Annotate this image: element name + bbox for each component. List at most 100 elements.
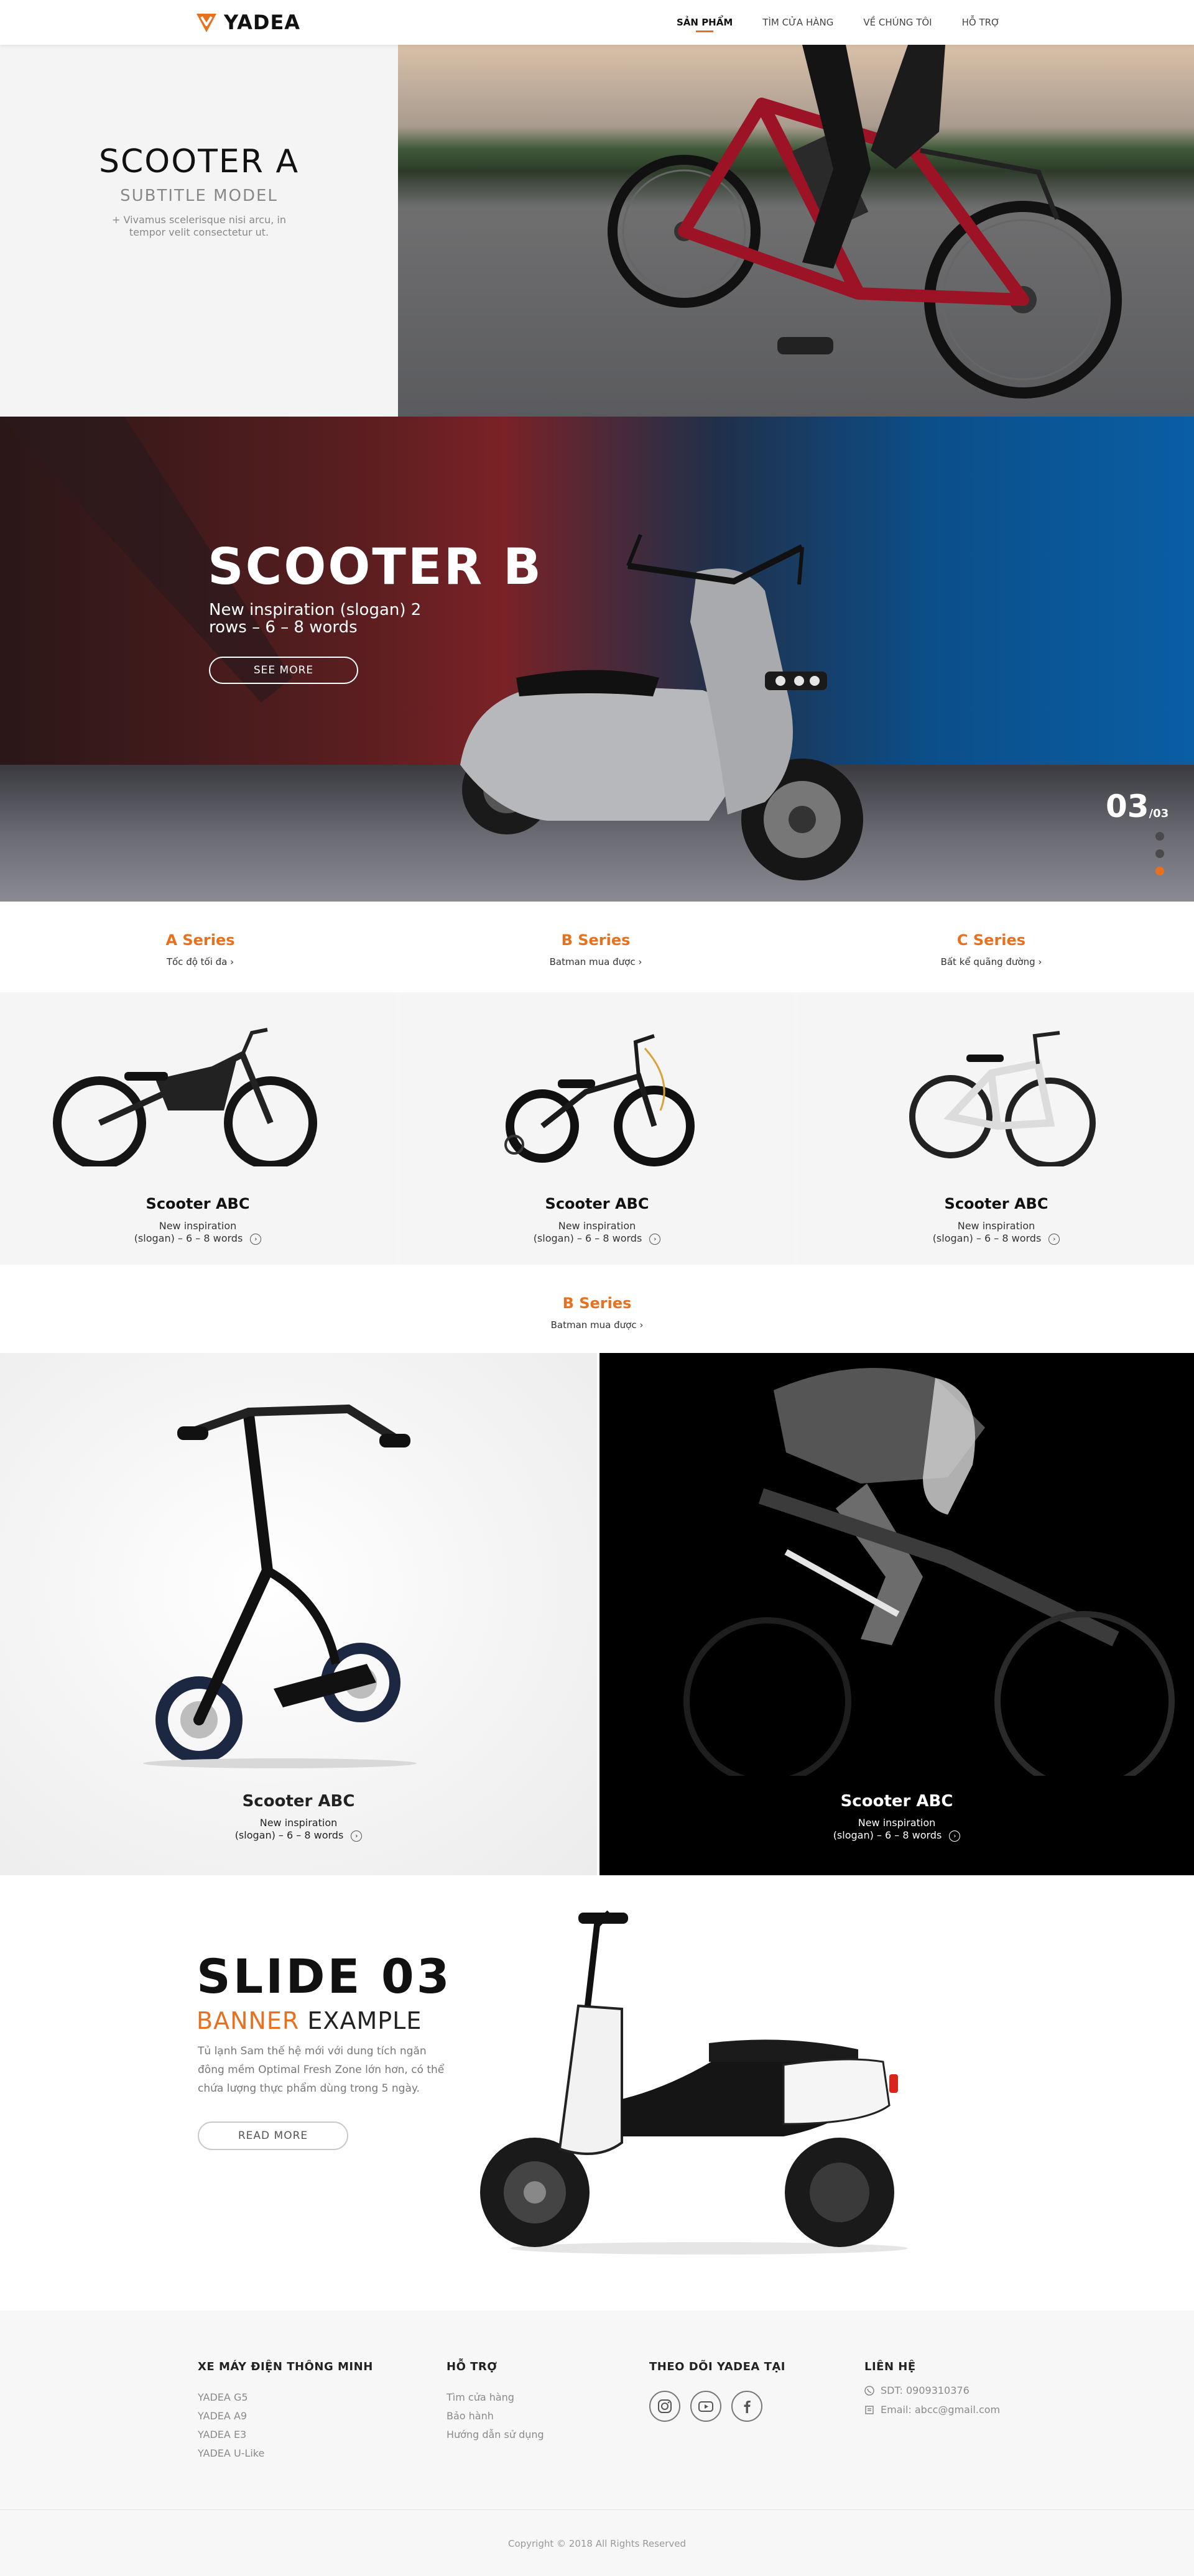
chevron-right-icon: ›	[230, 956, 234, 967]
hero-b-title: SCOOTER B	[208, 538, 543, 596]
hero-a-bicycle-photo	[398, 45, 1194, 417]
hero-scooter-a: SCOOTER A SUBTITLE MODEL + Vivamus scele…	[0, 45, 1194, 417]
series-link[interactable]: Bất kể quãng đường ›	[867, 956, 1116, 967]
footer-link[interactable]: Hướng dẫn sử dụng	[447, 2429, 544, 2440]
series-a-header: A Series Tốc độ tối đa ›	[76, 931, 325, 967]
hero-a-title: SCOOTER A	[98, 143, 300, 180]
card-slogan: New inspiration (slogan) – 6 – 8 words ›	[599, 1817, 1194, 1842]
footer-link[interactable]: YADEA A9	[198, 2411, 373, 2422]
site-header: YADEA SẢN PHẨM TÌM CỬA HÀNG VỀ CHÚNG TÔI…	[0, 0, 1194, 45]
nav-item-find-store[interactable]: TÌM CỬA HÀNG	[762, 0, 833, 45]
footer-heading: XE MÁY ĐIỆN THÔNG MINH	[198, 2360, 373, 2373]
dirt-bike-image	[53, 1028, 317, 1166]
slide-counter-current: 03	[1106, 788, 1149, 824]
card-slogan: New inspiration (slogan) – 6 – 8 words ›	[0, 1817, 597, 1842]
series-title: B Series	[561, 931, 631, 949]
arrow-right-circle-icon[interactable]: ›	[250, 1233, 262, 1245]
chevron-right-icon: ›	[638, 956, 642, 967]
arrow-right-circle-icon[interactable]: ›	[1048, 1233, 1060, 1245]
phone-icon	[864, 2385, 874, 2396]
footer-heading: LIÊN HỆ	[864, 2360, 916, 2373]
footer-link[interactable]: YADEA U-Like	[198, 2448, 373, 2459]
product-card[interactable]: Scooter ABC New inspiration (slogan) – 6 …	[798, 992, 1194, 1265]
arrow-right-circle-icon[interactable]: ›	[649, 1233, 661, 1245]
brand-name: YADEA	[224, 11, 301, 34]
bicycle-illustration	[608, 45, 1122, 399]
instagram-icon[interactable]	[649, 2391, 680, 2422]
series-b-header: B Series Batman mua được ›	[471, 931, 720, 967]
see-more-button[interactable]: SEE MORE	[209, 657, 358, 684]
arrow-right-circle-icon[interactable]: ›	[949, 1830, 961, 1842]
hero-a-text-panel: SCOOTER A SUBTITLE MODEL + Vivamus scele…	[0, 45, 398, 417]
site-footer: XE MÁY ĐIỆN THÔNG MINH YADEA G5 YADEA A9…	[0, 2311, 1194, 2576]
card-name: Scooter ABC	[545, 1195, 649, 1212]
arrow-right-circle-icon[interactable]: ›	[351, 1830, 363, 1842]
series-link[interactable]: Tốc độ tối đa ›	[76, 956, 325, 967]
hero-a-description: + Vivamus scelerisque nisi arcu, in temp…	[112, 214, 286, 238]
series-c-header: C Series Bất kể quãng đường ›	[867, 931, 1116, 967]
hero-b-slogan: New inspiration (slogan) 2 rows – 6 – 8 …	[209, 601, 422, 637]
footer-col-social: THEO DÕI YADEA TẠI	[649, 2360, 785, 2422]
brand-logo[interactable]: YADEA	[194, 9, 300, 36]
email-icon	[865, 2405, 874, 2414]
banner-subtitle: BANNER EXAMPLE	[197, 2007, 422, 2034]
banner-description: Tủ lạnh Sam thế hệ mới với dung tích ngă…	[198, 2045, 445, 2095]
footer-link[interactable]: Bảo hành	[447, 2411, 544, 2422]
card-name: Scooter ABC	[840, 1792, 953, 1811]
series-link[interactable]: Batman mua được ›	[473, 1319, 721, 1331]
slide-counter-total: /03	[1149, 807, 1169, 820]
footer-link[interactable]: Tìm cửa hàng	[447, 2392, 544, 2403]
contact-email[interactable]: Email: abcc@gmail.com	[864, 2404, 1000, 2416]
slide-banner: SLIDE 03 BANNER EXAMPLE Tủ lạnh Sam thế …	[0, 1875, 1194, 2311]
banner-title: SLIDE 03	[197, 1949, 452, 2004]
card-slogan: New inspiration (slogan) – 6 – 8 words ›	[798, 1220, 1194, 1245]
featured-cards: Scooter ABC New inspiration (slogan) – 6 …	[0, 1353, 1194, 1875]
hero-a-subtitle: SUBTITLE MODEL	[120, 187, 278, 205]
card-name: Scooter ABC	[944, 1195, 1048, 1212]
series-title: B Series	[562, 1295, 632, 1312]
footer-col-contact: LIÊN HỆ SDT: 0909310376 Email: abcc@gmai…	[864, 2360, 1000, 2416]
footer-col-products: XE MÁY ĐIỆN THÔNG MINH YADEA G5 YADEA A9…	[198, 2360, 373, 2459]
chevron-right-icon: ›	[1038, 956, 1042, 967]
youtube-icon[interactable]	[690, 2391, 721, 2422]
read-more-button[interactable]: READ MORE	[198, 2121, 348, 2150]
series-link[interactable]: Batman mua được ›	[471, 956, 720, 967]
footer-col-support: HỖ TRỢ Tìm cửa hàng Bảo hành Hướng dẫn s…	[447, 2360, 544, 2440]
series-b-header: B Series Batman mua được ›	[473, 1295, 721, 1331]
series-header-row: A Series Tốc độ tối đa › B Series Batman…	[0, 902, 1194, 992]
kids-bike-image	[504, 1034, 695, 1166]
kick-scooter-image	[143, 1404, 417, 1768]
facebook-icon[interactable]	[731, 2391, 762, 2422]
moped-illustration	[480, 1910, 908, 2255]
product-card[interactable]: Scooter ABC New inspiration (slogan) – 6 …	[399, 992, 795, 1265]
slide-dot-1[interactable]	[1155, 832, 1164, 841]
nav-item-about[interactable]: VỀ CHÚNG TÔI	[863, 0, 932, 45]
footer-link[interactable]: YADEA E3	[198, 2429, 373, 2440]
cyclist-image	[683, 1368, 1175, 1776]
featured-card-cyclist[interactable]: Scooter ABC New inspiration (slogan) – 6 …	[599, 1353, 1194, 1875]
card-name: Scooter ABC	[146, 1195, 250, 1212]
slide-dot-2[interactable]	[1155, 849, 1164, 858]
product-card[interactable]: Scooter ABC New inspiration (slogan) – 6 …	[0, 992, 396, 1265]
slide-dot-3-active[interactable]	[1155, 867, 1164, 875]
card-name: Scooter ABC	[242, 1792, 355, 1811]
product-cards-row: Scooter ABC New inspiration (slogan) – 6 …	[0, 992, 1194, 1265]
footer-link[interactable]: YADEA G5	[198, 2392, 373, 2403]
series-title: C Series	[956, 931, 1026, 949]
series-b-section-header: B Series Batman mua được ›	[0, 1265, 1194, 1353]
nav-item-products[interactable]: SẢN PHẨM	[677, 0, 733, 45]
card-slogan: New inspiration (slogan) – 6 – 8 words ›	[0, 1220, 396, 1245]
footer-divider	[0, 2509, 1194, 2510]
copyright-text: Copyright © 2018 All Rights Reserved	[507, 2538, 687, 2549]
contact-phone[interactable]: SDT: 0909310376	[864, 2384, 1000, 2396]
main-nav: SẢN PHẨM TÌM CỬA HÀNG VỀ CHÚNG TÔI HỖ TR…	[677, 0, 1030, 45]
nav-item-support[interactable]: HỖ TRỢ	[962, 0, 1000, 45]
footer-heading: THEO DÕI YADEA TẠI	[649, 2360, 785, 2373]
yadea-logo-icon	[197, 14, 216, 32]
card-slogan: New inspiration (slogan) – 6 – 8 words ›	[399, 1220, 795, 1245]
featured-card-kick-scooter[interactable]: Scooter ABC New inspiration (slogan) – 6 …	[0, 1353, 597, 1875]
slide-counter: 03/03	[1106, 788, 1169, 824]
electric-scooter-illustration	[0, 417, 863, 880]
series-title: A Series	[165, 931, 235, 949]
footer-heading: HỖ TRỢ	[447, 2360, 497, 2373]
